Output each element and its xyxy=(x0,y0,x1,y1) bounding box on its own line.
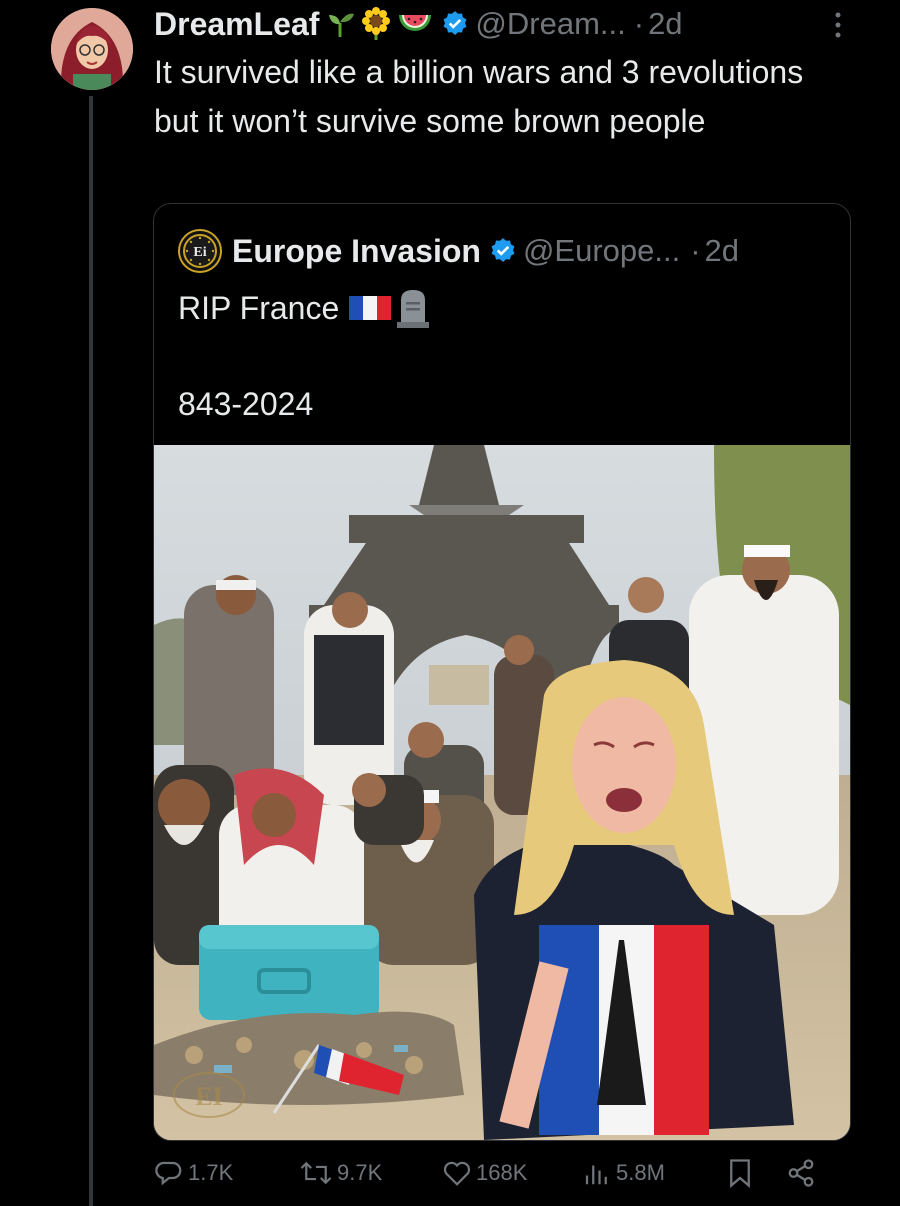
bookmark-icon xyxy=(730,1159,750,1188)
repost-button[interactable]: 9.7K xyxy=(299,1158,442,1188)
repost-icon xyxy=(300,1161,332,1185)
quoted-post-time[interactable]: 2d xyxy=(705,233,739,269)
quoted-avatar[interactable]: Ei xyxy=(178,229,222,273)
reply-icon xyxy=(155,1161,182,1186)
share-icon xyxy=(788,1159,814,1187)
quoted-post[interactable]: Ei Europe Invasion @Europe... · 2d RIP F… xyxy=(153,203,851,1141)
quoted-text: RIP France xyxy=(178,289,340,326)
tombstone-icon xyxy=(395,288,431,328)
quoted-author-name[interactable]: Europe Invasion xyxy=(232,233,481,270)
views-count: 5.8M xyxy=(616,1160,665,1185)
author-name[interactable]: DreamLeaf xyxy=(154,6,319,43)
reply-button[interactable]: 1.7K xyxy=(154,1158,299,1188)
quoted-text-line1: RIP France xyxy=(178,288,431,328)
quoted-text-line2: 843-2024 xyxy=(178,386,314,422)
like-button[interactable]: 168K xyxy=(442,1159,582,1187)
avatar[interactable] xyxy=(51,8,133,90)
thread-line xyxy=(89,96,93,1206)
verified-icon xyxy=(489,237,517,265)
cooler xyxy=(199,925,379,1020)
share-button[interactable] xyxy=(785,1158,821,1188)
like-icon xyxy=(443,1161,471,1186)
verified-icon xyxy=(441,10,469,38)
views-button[interactable]: 5.8M xyxy=(582,1158,727,1188)
seedling-icon xyxy=(325,9,355,39)
post-image[interactable]: EI xyxy=(154,445,850,1140)
reply-count: 1.7K xyxy=(188,1160,234,1185)
separator: · xyxy=(690,233,701,268)
like-count: 168K xyxy=(476,1160,528,1185)
separator: · xyxy=(633,6,645,41)
french-flag-icon xyxy=(349,293,392,323)
watermark: EI xyxy=(195,1082,222,1111)
more-icon[interactable] xyxy=(834,10,842,40)
repost-count: 9.7K xyxy=(337,1160,383,1185)
sunflower-icon xyxy=(361,7,391,41)
post-header: DreamLeaf @Dream... · 2d xyxy=(154,2,840,46)
bookmark-button[interactable] xyxy=(727,1158,785,1188)
watermelon-icon xyxy=(397,9,433,39)
action-bar: 1.7K 9.7K 168K 5.8M xyxy=(154,1148,854,1198)
quoted-author-handle[interactable]: @Europe... xyxy=(523,233,680,269)
author-handle[interactable]: @Dream... xyxy=(475,6,625,42)
post-time[interactable]: 2d xyxy=(648,6,682,42)
views-icon xyxy=(585,1165,607,1185)
svg-text:Ei: Ei xyxy=(193,245,206,260)
post-text: It survived like a billion wars and 3 re… xyxy=(154,54,804,139)
quoted-post-header: Ei Europe Invasion @Europe... · 2d xyxy=(178,228,739,274)
